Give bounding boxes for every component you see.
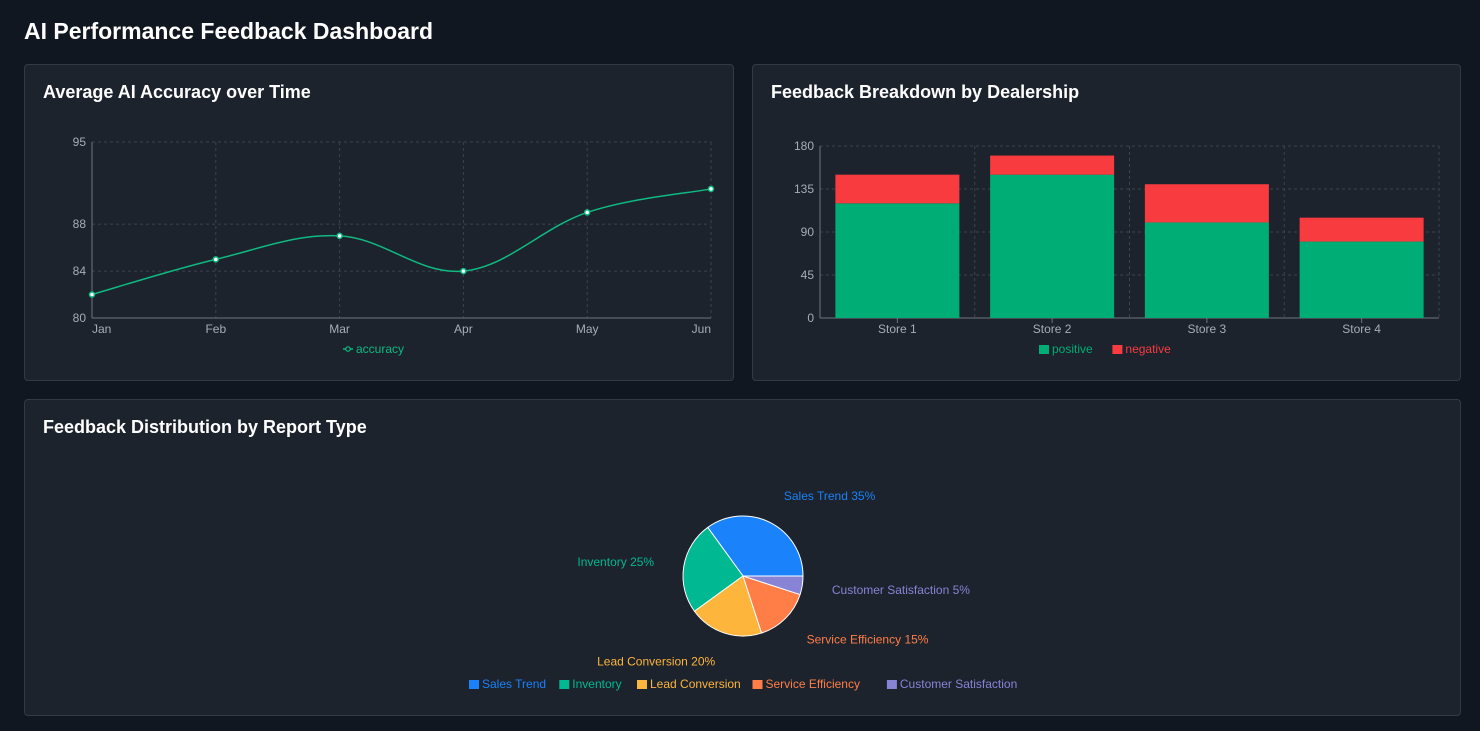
legend-label-negative: negative [1125,342,1171,356]
x-tick-label: Feb [205,322,226,336]
legend-label-service-efficiency: Service Efficiency [766,677,860,691]
dealership-bar-chart: 0 45 90 135 180 Store 1 Store 2 Store 3 Store 4 p… [794,139,1440,356]
legend-label-inventory: Inventory [572,677,621,691]
accuracy-legend: accuracy [343,342,404,356]
y-tick-label: 90 [801,225,815,239]
bar-positive [1144,222,1269,318]
legend-swatch-positive [1039,345,1049,354]
accuracy-data-point [336,232,343,240]
report-type-pie-chart: Sales Trend 35% Inventory 25% Lead Convers… [469,489,1017,691]
x-tick-label: Store 4 [1342,322,1381,336]
legend-swatch-service-efficiency [752,680,763,689]
legend-label-accuracy: accuracy [356,342,404,356]
y-tick-label: 135 [794,182,814,196]
accuracy-line-chart: 80 84 88 95 Jan Feb Mar Apr May Jun accuracy [73,135,715,356]
legend-label-positive: positive [1052,342,1093,356]
accuracy-series-line [91,188,712,296]
x-tick-label: May [576,322,599,336]
y-tick-label: 95 [73,135,87,149]
legend-swatch-inventory [559,680,570,689]
bar-negative [990,155,1115,175]
legend-swatch-negative [1112,345,1123,354]
legend-swatch-customer-satisfaction [886,680,897,689]
bar-positive [990,174,1115,318]
page-title: AI Performance Feedback Dashboard [24,18,434,44]
legend-label-customer-satisfaction: Customer Satisfaction [900,677,1017,691]
y-tick-label: 88 [73,217,87,231]
y-tick-label: 180 [794,139,814,153]
accuracy-data-point [88,291,96,298]
dealership-chart-card: Feedback Breakdown by Dealership 0 45 90 13… [752,64,1461,381]
legend-label-sales-trend: Sales Trend [482,677,546,691]
y-tick-label: 45 [801,268,815,282]
legend-label-lead-conversion: Lead Conversion [650,677,741,691]
report-type-legend: Sales Trend Inventory Lead Conversion Servi… [469,677,1017,691]
x-tick-label: Store 3 [1188,322,1227,336]
accuracy-chart-card: Average AI Accuracy over Time 80 84 88 95 Ja… [24,64,734,381]
y-tick-label: 0 [807,311,814,325]
x-tick-label: Mar [329,322,350,336]
x-tick-label: Store 1 [878,322,917,336]
legend-point-marker [345,346,351,352]
bar-negative [835,174,960,204]
pie-label-inventory: Inventory 25% [577,555,654,569]
y-tick-label: 84 [73,264,87,278]
legend-swatch-lead-conversion [637,680,647,689]
x-tick-label: Jan [92,322,111,336]
y-tick-label: 80 [73,311,87,325]
pie-label-service-efficiency: Service Efficiency 15% [807,633,929,647]
accuracy-data-point [460,267,467,275]
legend-swatch-sales-trend [469,680,479,689]
pie-label-lead-conversion: Lead Conversion 20% [597,655,715,669]
accuracy-data-point [707,185,715,193]
accuracy-data-point [212,256,220,263]
accuracy-data-point [583,209,591,216]
report-type-chart-card: Feedback Distribution by Report Type Sal… [24,399,1461,716]
dealership-legend: positive negative [1039,342,1171,356]
bar-positive [1299,241,1424,318]
x-tick-label: Jun [692,322,711,336]
pie-label-customer-satisfaction: Customer Satisfaction 5% [832,583,970,597]
x-tick-label: Apr [454,322,473,336]
x-tick-label: Store 2 [1033,322,1072,336]
bar-negative [1144,184,1269,223]
pie-label-sales-trend: Sales Trend 35% [784,489,876,503]
bar-negative [1299,217,1424,242]
bar-positive [835,203,960,318]
